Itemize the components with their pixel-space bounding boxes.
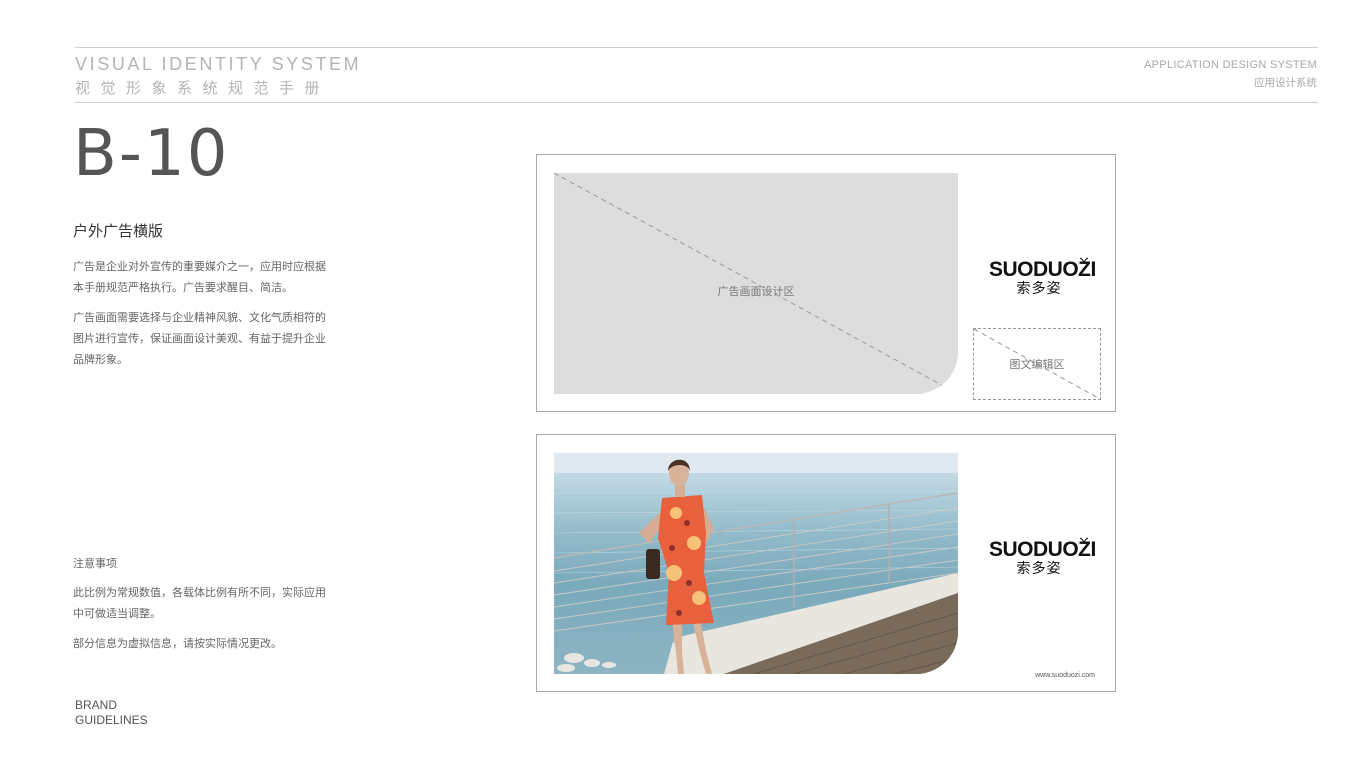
text-edit-area: 图文编辑区 [973, 328, 1101, 400]
logo-chinese-name: 索多姿 [1016, 561, 1062, 577]
note-item: 此比例为常规数值，各载体比例有所不同，实际应用中可做适当调整。 [73, 586, 326, 620]
application-design-title-zh: 应用设计系统 [1254, 77, 1317, 89]
logo-wordmark: SUODUOZI [989, 258, 1096, 281]
notes-title: 注意事项 [73, 557, 117, 570]
logo-chinese-name: 索多姿 [1016, 281, 1062, 297]
brand-guidelines-footer: BRAND GUIDELINES [75, 698, 148, 728]
ad-photo [554, 453, 958, 674]
section-code: B-10 [73, 117, 230, 191]
billboard-template: 广告画面设计区 SUODUOZI 索多姿 图文编辑区 [536, 154, 1116, 412]
website-url: www.suoduozi.com [1035, 672, 1095, 679]
sprout-icon [1079, 537, 1089, 545]
note-item: 部分信息为虚拟信息，请按实际情况更改。 [73, 637, 282, 650]
brand-line: BRAND [75, 698, 118, 712]
visual-identity-title-en: VISUAL IDENTITY SYSTEM [75, 54, 362, 74]
design-area-label: 广告画面设计区 [717, 285, 795, 298]
section-title: 户外广告横版 [73, 222, 164, 240]
sprout-icon [1079, 257, 1089, 265]
description-paragraph: 广告画面需要选择与企业精神风貌、文化气质相符的图片进行宣传，保证画面设计美观、有… [73, 311, 326, 366]
edit-area-label: 图文编辑区 [1009, 358, 1065, 371]
logo-wordmark: SUODUOZI [989, 538, 1096, 561]
guidelines-line: GUIDELINES [75, 713, 148, 727]
description-paragraph: 广告是企业对外宣传的重要媒介之一，应用时应根据本手册规范严格执行。广告要求醒目、… [73, 260, 326, 294]
model-figure [639, 459, 714, 674]
header-bottom-rule [75, 102, 1318, 103]
header-top-rule [75, 47, 1318, 48]
billboard-sample: SUODUOZI 索多姿 www.suoduozi.com [536, 434, 1116, 692]
brand-logo: SUODUOZI 索多姿 [989, 537, 1096, 577]
ad-design-area: 广告画面设计区 [554, 173, 958, 394]
visual-identity-title-zh: 视觉形象系统规范手册 [75, 79, 331, 97]
woman-by-sea-illustration [554, 453, 958, 674]
brand-logo: SUODUOZI 索多姿 [989, 257, 1096, 297]
application-design-title-en: APPLICATION DESIGN SYSTEM [1144, 59, 1317, 71]
